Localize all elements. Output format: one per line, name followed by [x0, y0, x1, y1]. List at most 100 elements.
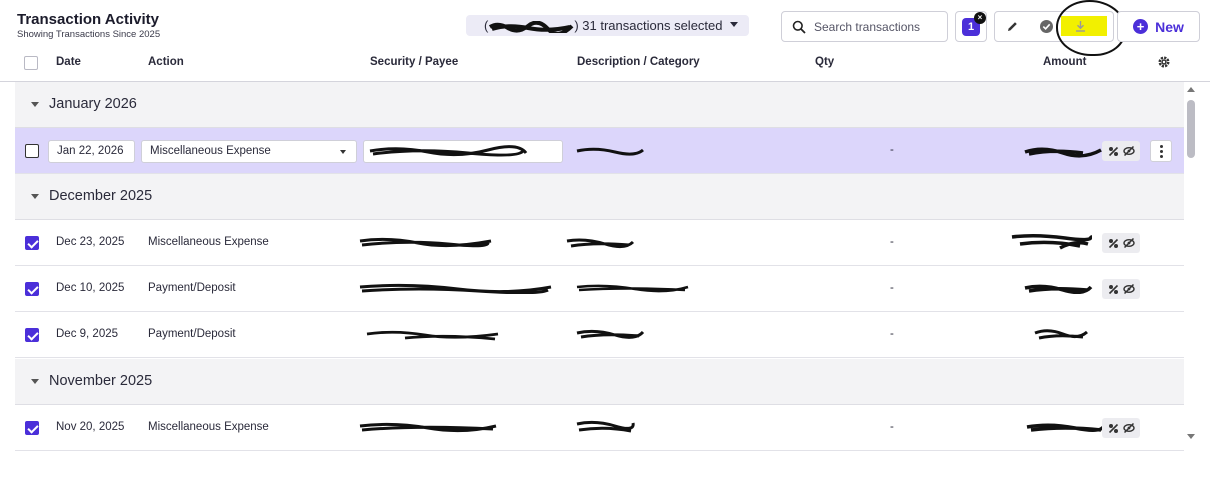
redacted-scribble: [1024, 284, 1093, 294]
verify-button[interactable]: [1029, 12, 1063, 41]
redacted-scribble: [576, 329, 645, 339]
group-header[interactable]: November 2025: [15, 359, 1184, 405]
redacted-scribble: [576, 147, 644, 156]
selection-suffix: ): [574, 18, 583, 33]
page-header: Transaction Activity Showing Transaction…: [0, 0, 1210, 56]
row-checkbox[interactable]: [25, 421, 39, 435]
eye-off-icon: [1122, 146, 1135, 156]
action-cell: Miscellaneous Expense: [148, 236, 269, 248]
column-security-payee[interactable]: Security / Payee: [370, 56, 458, 68]
search-input[interactable]: [814, 19, 944, 34]
table-row[interactable]: Nov 20, 2025 Miscellaneous Expense -: [15, 405, 1184, 451]
column-description-category[interactable]: Description / Category: [577, 56, 700, 68]
edit-button[interactable]: [995, 12, 1029, 41]
tag-controls[interactable]: [1102, 233, 1140, 253]
eye-off-icon: [1122, 423, 1135, 433]
redacted-scribble: [1024, 147, 1102, 158]
redacted-scribble: [576, 284, 689, 293]
action-cell: Payment/Deposit: [148, 282, 236, 294]
date-cell: Dec 23, 2025: [56, 236, 125, 248]
column-action[interactable]: Action: [148, 56, 184, 68]
tag-controls[interactable]: [1102, 141, 1140, 161]
select-all-checkbox[interactable]: [24, 56, 38, 70]
search-box[interactable]: [781, 11, 948, 42]
caret-down-icon: [31, 102, 39, 107]
search-icon: [792, 20, 806, 34]
qty-value: -: [890, 421, 894, 433]
transaction-list: January 2026 Jan 22, 2026 Miscellaneous …: [0, 82, 1184, 477]
column-qty[interactable]: Qty: [815, 56, 834, 68]
tag-percent-icon: [1108, 238, 1118, 248]
qty-value: -: [890, 282, 894, 294]
tag-percent-icon: [1108, 423, 1118, 433]
eye-off-icon: [1122, 238, 1135, 248]
group-label: January 2026: [49, 96, 137, 112]
action-select[interactable]: Miscellaneous Expense: [141, 140, 357, 163]
row-checkbox[interactable]: [25, 236, 39, 250]
redacted-scribble: [359, 283, 552, 294]
bulk-actions-toolbar: [994, 11, 1114, 42]
new-button-label: New: [1155, 18, 1184, 35]
table-header: Date Action Security / Payee Description…: [0, 46, 1210, 82]
redacted-scribble: [576, 420, 635, 433]
column-date[interactable]: Date: [56, 56, 81, 68]
date-cell: Dec 10, 2025: [56, 282, 125, 294]
gear-icon[interactable]: [1157, 55, 1171, 69]
row-checkbox[interactable]: [25, 282, 39, 296]
table-row[interactable]: Dec 10, 2025 Payment/Deposit -: [15, 266, 1184, 312]
selection-dropdown[interactable]: ( ) 31 transactions selected: [466, 15, 749, 36]
caret-down-icon: [31, 194, 39, 199]
tag-percent-icon: [1108, 284, 1118, 294]
page-title: Transaction Activity: [17, 11, 159, 28]
action-select-value: Miscellaneous Expense: [150, 145, 271, 157]
row-checkbox[interactable]: [25, 328, 39, 342]
active-filters-button[interactable]: 1 ×: [955, 11, 987, 42]
date-cell: Nov 20, 2025: [56, 421, 125, 433]
download-button[interactable]: [1063, 12, 1097, 41]
group-label: November 2025: [49, 373, 153, 389]
scroll-up-icon[interactable]: [1187, 87, 1195, 92]
group-header[interactable]: January 2026: [15, 82, 1184, 128]
row-checkbox[interactable]: [25, 144, 39, 158]
redacted-scribble: [359, 422, 497, 433]
redacted-scribble: [488, 20, 574, 36]
group-label: December 2025: [49, 188, 153, 204]
tag-controls[interactable]: [1102, 418, 1140, 438]
table-row[interactable]: Jan 22, 2026 Miscellaneous Expense -: [15, 128, 1184, 174]
eye-off-icon: [1122, 284, 1135, 294]
date-field[interactable]: Jan 22, 2026: [48, 140, 135, 163]
chevron-down-icon: [730, 22, 738, 27]
tag-controls[interactable]: [1102, 279, 1140, 299]
redacted-scribble: [1011, 233, 1092, 250]
filter-count: 1: [967, 20, 975, 33]
tag-percent-icon: [1108, 146, 1118, 156]
action-cell: Miscellaneous Expense: [148, 421, 269, 433]
scroll-down-icon[interactable]: [1187, 434, 1195, 439]
qty-value: -: [890, 328, 894, 340]
action-cell: Payment/Deposit: [148, 328, 236, 340]
redacted-scribble: [366, 330, 499, 341]
row-more-button[interactable]: [1150, 140, 1172, 162]
page-subtitle: Showing Transactions Since 2025: [17, 29, 161, 40]
download-icon: [1075, 21, 1085, 32]
column-amount[interactable]: Amount: [1043, 56, 1086, 68]
qty-value: -: [890, 144, 894, 156]
vertical-scrollbar[interactable]: [1185, 82, 1199, 445]
plus-circle-icon: +: [1133, 19, 1149, 34]
redacted-scribble: [359, 237, 492, 248]
redacted-scribble: [1026, 423, 1105, 432]
group-header[interactable]: December 2025: [15, 174, 1184, 220]
chevron-down-icon: [340, 150, 346, 154]
date-cell: Dec 9, 2025: [56, 328, 119, 340]
scroll-thumb[interactable]: [1187, 100, 1195, 158]
table-row[interactable]: Dec 9, 2025 Payment/Deposit -: [15, 312, 1184, 358]
redacted-scribble: [1034, 329, 1088, 340]
clear-filter-icon[interactable]: ×: [974, 11, 986, 24]
qty-value: -: [890, 236, 894, 248]
table-row[interactable]: Dec 23, 2025 Miscellaneous Expense -: [15, 220, 1184, 266]
pencil-icon: [1007, 22, 1017, 31]
selection-count-text: 31 transactions selected: [582, 18, 723, 33]
new-transaction-button[interactable]: + New: [1117, 11, 1200, 42]
caret-down-icon: [31, 379, 39, 384]
redacted-scribble: [369, 145, 528, 157]
